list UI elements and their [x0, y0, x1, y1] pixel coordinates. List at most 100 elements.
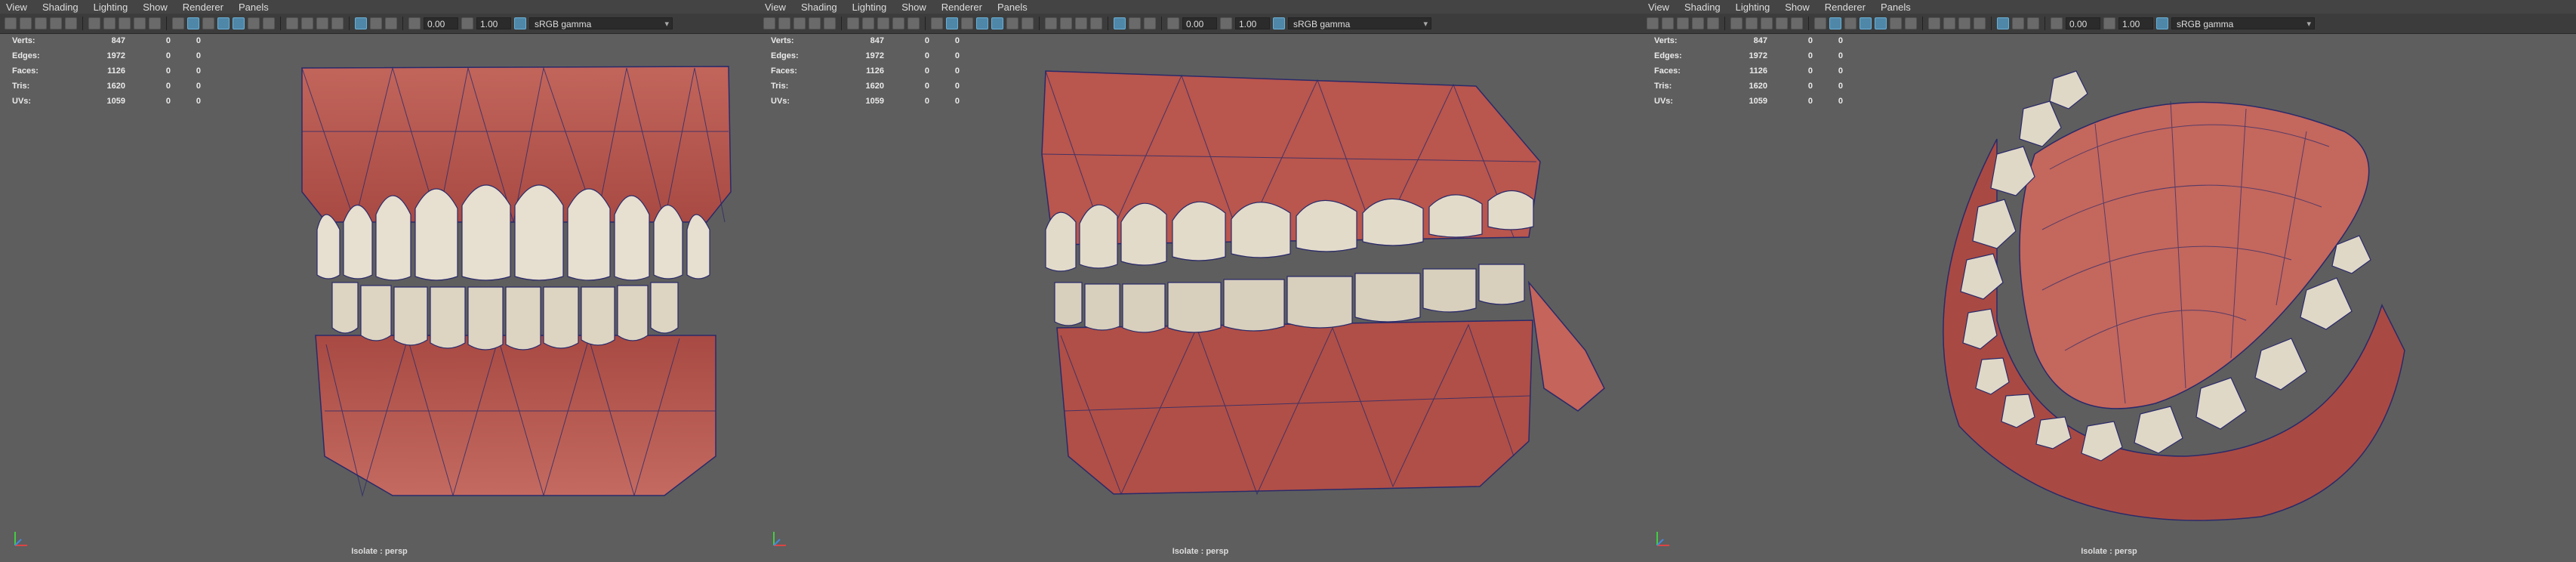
- menu-shading[interactable]: Shading: [1677, 2, 1728, 13]
- exposure-field[interactable]: 0.00: [1182, 17, 1217, 29]
- smooth-shade-icon[interactable]: [946, 17, 958, 29]
- antialias-icon[interactable]: [316, 17, 328, 29]
- menu-renderer[interactable]: Renderer: [1817, 2, 1873, 13]
- camera-icon[interactable]: [5, 17, 17, 29]
- menu-view[interactable]: View: [1642, 2, 1677, 13]
- antialias-icon[interactable]: [1958, 17, 1971, 29]
- gamma-icon[interactable]: [1220, 17, 1232, 29]
- grid-icon[interactable]: [1707, 17, 1719, 29]
- ssao-icon[interactable]: [286, 17, 298, 29]
- wireframe-icon[interactable]: [931, 17, 943, 29]
- color-management-icon[interactable]: [514, 17, 526, 29]
- ssao-icon[interactable]: [1045, 17, 1057, 29]
- teeth-model-side[interactable]: [759, 33, 1642, 562]
- color-management-icon[interactable]: [2156, 17, 2168, 29]
- dof-icon[interactable]: [1090, 17, 1102, 29]
- bookmark-icon[interactable]: [1677, 17, 1689, 29]
- view-transform-dropdown[interactable]: sRGB gamma: [529, 17, 673, 30]
- bookmark-icon[interactable]: [793, 17, 806, 29]
- menu-lighting[interactable]: Lighting: [845, 2, 895, 13]
- dof-icon[interactable]: [1974, 17, 1986, 29]
- motion-blur-icon[interactable]: [1943, 17, 1955, 29]
- menu-shading[interactable]: Shading: [793, 2, 845, 13]
- image-plane-icon[interactable]: [809, 17, 821, 29]
- ssao-icon[interactable]: [1928, 17, 1940, 29]
- menu-panels[interactable]: Panels: [990, 2, 1035, 13]
- wireframe-on-shaded-icon[interactable]: [976, 17, 988, 29]
- menu-view[interactable]: View: [759, 2, 793, 13]
- wireframe-icon[interactable]: [172, 17, 184, 29]
- field-chart-icon[interactable]: [892, 17, 904, 29]
- lights-icon[interactable]: [248, 17, 260, 29]
- exposure-icon[interactable]: [2051, 17, 2063, 29]
- lights-icon[interactable]: [1006, 17, 1018, 29]
- resolution-gate-icon[interactable]: [1746, 17, 1758, 29]
- menu-show[interactable]: Show: [135, 2, 175, 13]
- wireframe-on-shaded-icon[interactable]: [217, 17, 230, 29]
- camera-attr-icon[interactable]: [20, 17, 32, 29]
- exposure-icon[interactable]: [1167, 17, 1179, 29]
- menu-lighting[interactable]: Lighting: [86, 2, 136, 13]
- wireframe-on-shaded-icon[interactable]: [1860, 17, 1872, 29]
- field-chart-icon[interactable]: [134, 17, 146, 29]
- camera-icon[interactable]: [1647, 17, 1659, 29]
- grid-icon[interactable]: [65, 17, 77, 29]
- safe-action-icon[interactable]: [149, 17, 161, 29]
- motion-blur-icon[interactable]: [301, 17, 313, 29]
- viewport-panel-top[interactable]: View Shading Lighting Show Renderer Pane…: [1642, 0, 2576, 562]
- gamma-icon[interactable]: [2103, 17, 2115, 29]
- gamma-field[interactable]: 1.00: [476, 17, 511, 29]
- teeth-model-front[interactable]: [0, 33, 759, 562]
- safe-action-icon[interactable]: [1791, 17, 1803, 29]
- teeth-model-top[interactable]: [1642, 33, 2576, 562]
- menu-show[interactable]: Show: [1777, 2, 1817, 13]
- gate-mask-icon[interactable]: [1761, 17, 1773, 29]
- lights-icon[interactable]: [1890, 17, 1902, 29]
- menu-panels[interactable]: Panels: [1873, 2, 1918, 13]
- xray-joints-icon[interactable]: [385, 17, 397, 29]
- color-management-icon[interactable]: [1273, 17, 1285, 29]
- grid-icon[interactable]: [824, 17, 836, 29]
- safe-action-icon[interactable]: [907, 17, 920, 29]
- exposure-field[interactable]: 0.00: [424, 17, 458, 29]
- isolate-select-icon[interactable]: [1997, 17, 2009, 29]
- camera-icon[interactable]: [763, 17, 775, 29]
- viewport-panel-side[interactable]: View Shading Lighting Show Renderer Pane…: [759, 0, 1642, 562]
- menu-panels[interactable]: Panels: [231, 2, 276, 13]
- shadows-icon[interactable]: [1905, 17, 1917, 29]
- gate-mask-icon[interactable]: [119, 17, 131, 29]
- gamma-icon[interactable]: [461, 17, 473, 29]
- menu-lighting[interactable]: Lighting: [1728, 2, 1778, 13]
- menu-show[interactable]: Show: [894, 2, 934, 13]
- smooth-shade-icon[interactable]: [1829, 17, 1841, 29]
- resolution-gate-icon[interactable]: [103, 17, 116, 29]
- default-material-icon[interactable]: [961, 17, 973, 29]
- film-gate-icon[interactable]: [1730, 17, 1742, 29]
- menu-shading[interactable]: Shading: [35, 2, 86, 13]
- viewport-panel-front[interactable]: View Shading Lighting Show Renderer Pane…: [0, 0, 759, 562]
- menu-view[interactable]: View: [0, 2, 35, 13]
- camera-attr-icon[interactable]: [1662, 17, 1674, 29]
- smooth-shade-icon[interactable]: [187, 17, 199, 29]
- exposure-icon[interactable]: [408, 17, 421, 29]
- xray-icon[interactable]: [370, 17, 382, 29]
- textured-icon[interactable]: [1875, 17, 1887, 29]
- default-material-icon[interactable]: [1844, 17, 1857, 29]
- gamma-field[interactable]: 1.00: [2118, 17, 2153, 29]
- gate-mask-icon[interactable]: [877, 17, 889, 29]
- wireframe-icon[interactable]: [1814, 17, 1826, 29]
- isolate-select-icon[interactable]: [1114, 17, 1126, 29]
- camera-attr-icon[interactable]: [778, 17, 790, 29]
- isolate-select-icon[interactable]: [355, 17, 367, 29]
- xray-icon[interactable]: [1129, 17, 1141, 29]
- view-transform-dropdown[interactable]: sRGB gamma: [1288, 17, 1431, 30]
- antialias-icon[interactable]: [1075, 17, 1087, 29]
- xray-joints-icon[interactable]: [1144, 17, 1156, 29]
- dof-icon[interactable]: [331, 17, 344, 29]
- shadows-icon[interactable]: [1021, 17, 1034, 29]
- film-gate-icon[interactable]: [847, 17, 859, 29]
- menu-renderer[interactable]: Renderer: [934, 2, 990, 13]
- gamma-field[interactable]: 1.00: [1235, 17, 1270, 29]
- exposure-field[interactable]: 0.00: [2066, 17, 2100, 29]
- field-chart-icon[interactable]: [1776, 17, 1788, 29]
